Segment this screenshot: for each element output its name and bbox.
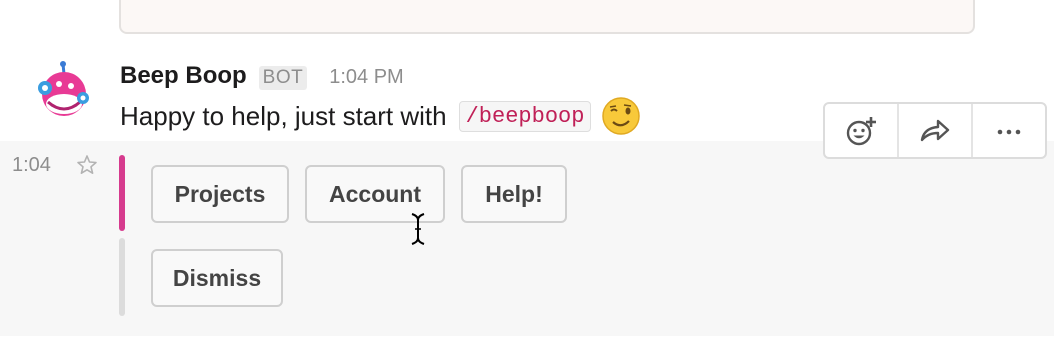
- message-text: Happy to help, just start with /beepboop: [120, 96, 641, 136]
- bot-avatar[interactable]: [33, 60, 95, 122]
- message-header: Beep Boop BOT 1:04 PM: [120, 62, 404, 92]
- message-actions-toolbar: [823, 102, 1047, 159]
- star-icon[interactable]: [76, 154, 98, 176]
- more-actions-icon: [997, 129, 1021, 134]
- help-button[interactable]: Help!: [461, 165, 567, 223]
- author-name[interactable]: Beep Boop: [120, 62, 247, 90]
- share-message-button[interactable]: [899, 104, 973, 157]
- hover-timestamp[interactable]: 1:04: [12, 154, 51, 177]
- attachment-accent-bar: [119, 155, 125, 231]
- message-timestamp[interactable]: 1:04 PM: [329, 66, 403, 89]
- attachment-divider-bar: [119, 238, 125, 316]
- more-actions-button[interactable]: [973, 104, 1045, 157]
- add-reaction-button[interactable]: [825, 104, 899, 157]
- inline-code-command: /beepboop: [458, 100, 592, 132]
- winking-face-icon: [602, 97, 641, 135]
- bot-badge: BOT: [258, 66, 308, 90]
- text-cursor-icon: [411, 213, 425, 245]
- share-icon: [920, 119, 950, 141]
- add-reaction-icon: [846, 116, 876, 145]
- message-body: Happy to help, just start with: [120, 100, 447, 131]
- dismiss-button[interactable]: Dismiss: [151, 249, 283, 307]
- projects-button[interactable]: Projects: [151, 165, 289, 223]
- previous-attachment: [119, 0, 975, 34]
